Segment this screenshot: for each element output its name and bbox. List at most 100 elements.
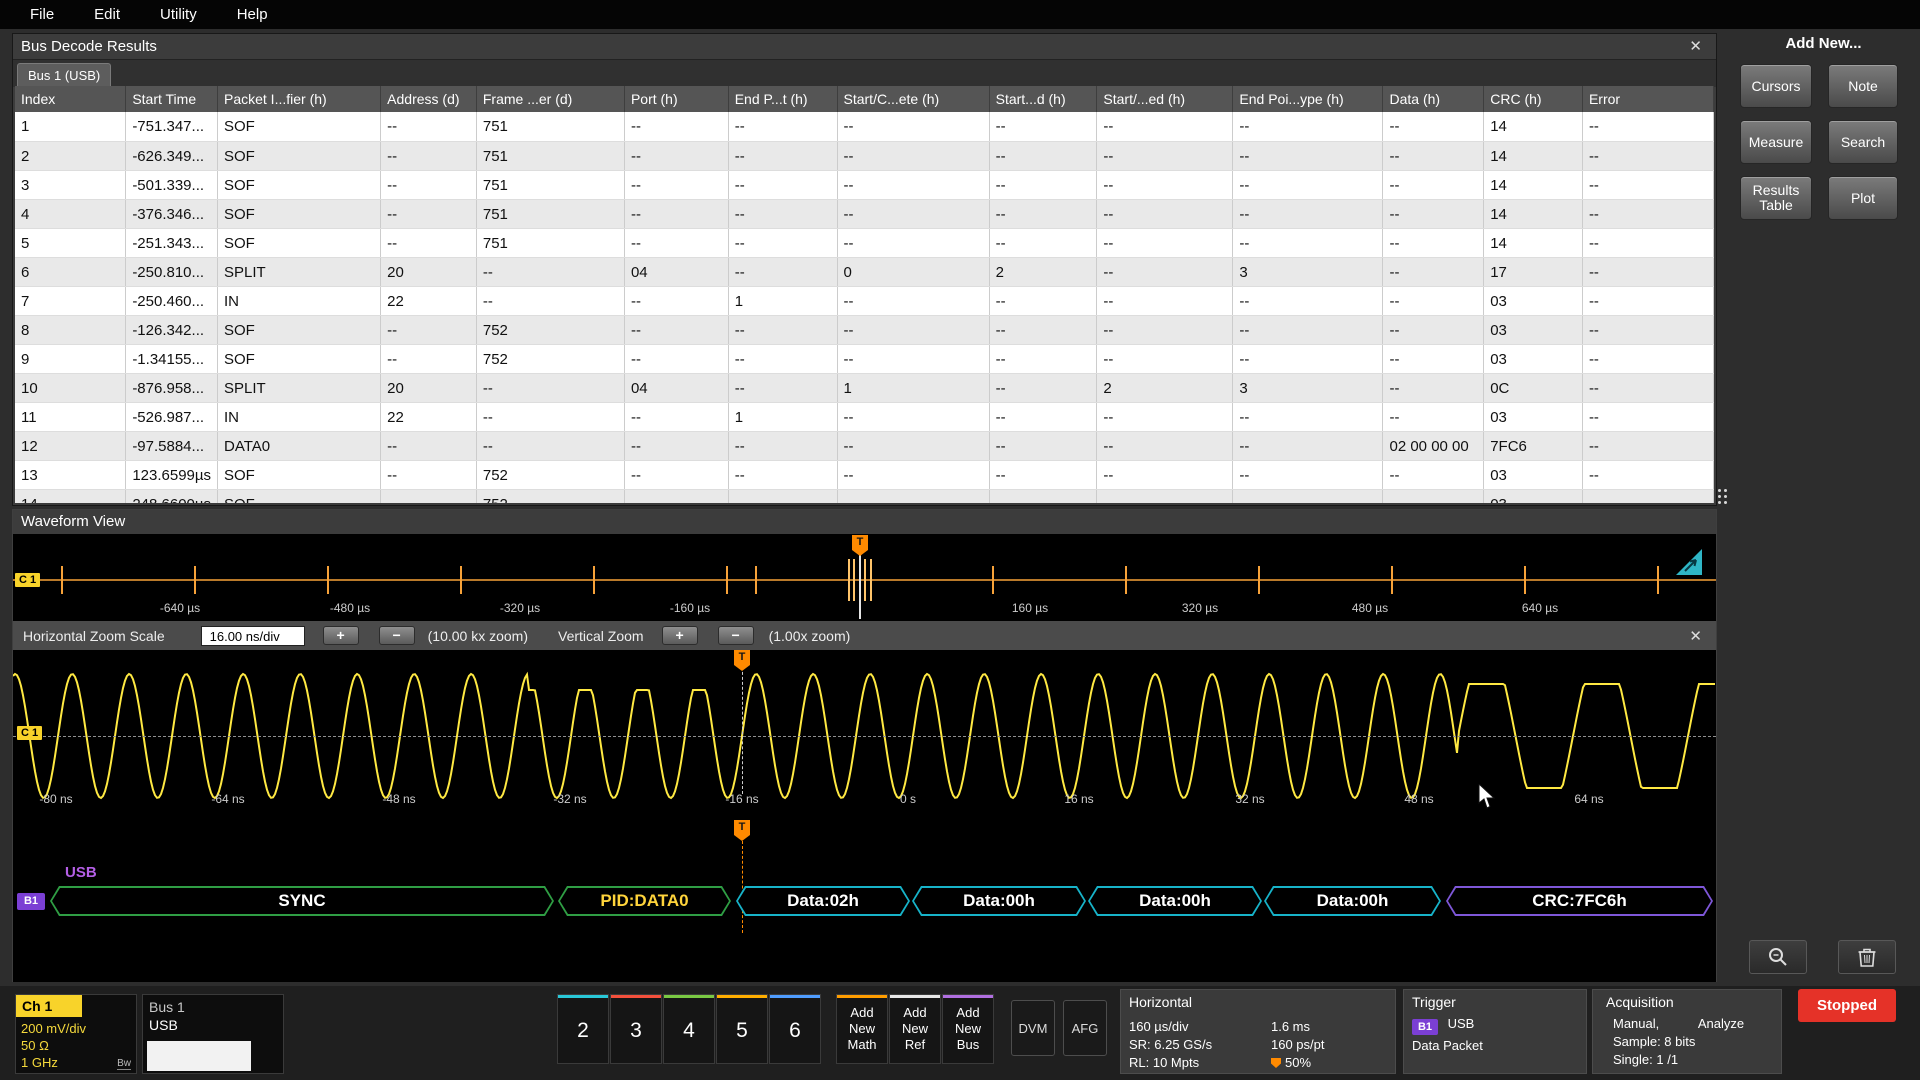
table-cell: -- — [728, 489, 837, 503]
table-row[interactable]: 13123.6599µsSOF--752--------------03-- — [15, 460, 1714, 489]
table-cell: -- — [989, 402, 1097, 431]
h-zoom-readout: (10.00 kx zoom) — [428, 628, 528, 644]
add-new-note-button[interactable]: Note — [1828, 64, 1898, 108]
table-cell: 751 — [476, 112, 624, 141]
h-zoom-increase-button[interactable]: + — [323, 626, 359, 645]
bus-segment-data[interactable]: Data:00h — [912, 886, 1086, 916]
table-cell: 752 — [476, 460, 624, 489]
table-cell: -- — [989, 344, 1097, 373]
trigger-mode: Data Packet — [1412, 1038, 1483, 1053]
table-cell: -- — [837, 344, 989, 373]
add-new-ref-button[interactable]: AddNewRef — [889, 994, 941, 1064]
table-cell: 752 — [476, 315, 624, 344]
channel-1-badge: C 1 — [17, 726, 42, 740]
tab-bus1-usb[interactable]: Bus 1 (USB) — [17, 63, 111, 87]
v-zoom-increase-button[interactable]: + — [662, 626, 698, 645]
table-row[interactable]: 9-1.34155...SOF--752--------------03-- — [15, 344, 1714, 373]
button-label-line: Add — [890, 1005, 940, 1021]
table-cell: -1.34155... — [126, 344, 218, 373]
h-zoom-decrease-button[interactable]: − — [379, 626, 415, 645]
table-cell: -- — [624, 315, 728, 344]
add-new-math-button[interactable]: AddNewMath — [836, 994, 888, 1064]
horizontal-zoom-scale-input[interactable]: 16.00 ns/div — [201, 626, 305, 646]
table-cell: 14 — [1484, 170, 1583, 199]
zoom-overview-icon[interactable] — [1676, 549, 1702, 575]
menu-item-file[interactable]: File — [30, 6, 54, 23]
horizontal-panel[interactable]: Horizontal 160 µs/div SR: 6.25 GS/s RL: … — [1120, 989, 1396, 1074]
trigger-marker[interactable]: T — [852, 535, 868, 550]
add-new-plot-button[interactable]: Plot — [1828, 176, 1898, 220]
table-cell: 03 — [1484, 460, 1583, 489]
dvm-button[interactable]: DVM — [1011, 1000, 1055, 1056]
channel-5-button[interactable]: 5 — [716, 994, 768, 1064]
table-row[interactable]: 8-126.342...SOF--752--------------03-- — [15, 315, 1714, 344]
table-row[interactable]: 7-250.460...IN22----1----------03-- — [15, 286, 1714, 315]
add-new-bus-button[interactable]: AddNewBus — [942, 994, 994, 1064]
zoomed-waveform[interactable]: T C 1 -80 ns-64 ns-48 ns-32 ns-16 ns0 s1… — [13, 650, 1716, 818]
channel-2-button[interactable]: 2 — [557, 994, 609, 1064]
table-cell: -- — [381, 112, 477, 141]
trigger-panel[interactable]: Trigger B1 USB Data Packet — [1403, 989, 1587, 1074]
trash-button[interactable] — [1838, 940, 1896, 974]
table-cell: -- — [381, 315, 477, 344]
add-new-results-table-button[interactable]: Results Table — [1740, 176, 1812, 220]
channel-3-button[interactable]: 3 — [610, 994, 662, 1064]
bus-segment-crc[interactable]: CRC:7FC6h — [1446, 886, 1713, 916]
table-row[interactable]: 4-376.346...SOF--751--------------14-- — [15, 199, 1714, 228]
table-cell: 14 — [1484, 112, 1583, 141]
table-cell: -- — [989, 170, 1097, 199]
table-cell: SOF — [217, 460, 380, 489]
close-icon[interactable]: ✕ — [1689, 34, 1702, 59]
menu-item-help[interactable]: Help — [237, 6, 268, 23]
segment-label: Data:00h — [912, 886, 1086, 916]
panel-resize-handle[interactable] — [1718, 489, 1727, 517]
channel-1-block[interactable]: Ch 1 200 mV/div 50 Ω 1 GHz Bw — [15, 994, 137, 1074]
table-cell: -- — [624, 344, 728, 373]
table-row[interactable]: 5-251.343...SOF--751--------------14-- — [15, 228, 1714, 257]
bus-segment-data[interactable]: Data:00h — [1264, 886, 1441, 916]
trigger-marker[interactable]: T — [734, 820, 750, 835]
channel-4-button[interactable]: 4 — [663, 994, 715, 1064]
add-new-cursors-button[interactable]: Cursors — [1740, 64, 1812, 108]
bus-decode-trace: T USB B1 SYNCPID:DATA0Data:02hData:00hDa… — [13, 818, 1716, 982]
v-zoom-readout: (1.00x zoom) — [769, 628, 851, 644]
menu-item-utility[interactable]: Utility — [160, 6, 197, 23]
acquisition-panel[interactable]: Acquisition Manual, Analyze Sample: 8 bi… — [1592, 989, 1782, 1074]
table-row[interactable]: 14248.6600µsSOF--752--------------03-- — [15, 489, 1714, 503]
table-cell: 3 — [1233, 373, 1383, 402]
column-header: Frame ...er (d) — [476, 86, 624, 112]
menu-item-edit[interactable]: Edit — [94, 6, 120, 23]
table-cell: 0 — [837, 257, 989, 286]
afg-button[interactable]: AFG — [1063, 1000, 1107, 1056]
button-label-line: New — [943, 1021, 993, 1037]
table-cell: -- — [1097, 141, 1233, 170]
table-row[interactable]: 6-250.810...SPLIT20--04--02--3--17-- — [15, 257, 1714, 286]
bus-1-block[interactable]: Bus 1 USB — [142, 994, 284, 1074]
column-header: Start/...ed (h) — [1097, 86, 1233, 112]
segment-label: SYNC — [50, 886, 554, 916]
trigger-source-badge: B1 — [1412, 1019, 1438, 1035]
table-row[interactable]: 11-526.987...IN22----1----------03-- — [15, 402, 1714, 431]
add-new-search-button[interactable]: Search — [1828, 120, 1898, 164]
close-icon[interactable]: ✕ — [1689, 627, 1702, 645]
table-row[interactable]: 1-751.347...SOF--751--------------14-- — [15, 112, 1714, 141]
table-row[interactable]: 3-501.339...SOF--751--------------14-- — [15, 170, 1714, 199]
table-cell: -- — [1097, 286, 1233, 315]
decode-panel-title: Bus Decode Results — [21, 38, 157, 55]
stopped-badge[interactable]: Stopped — [1798, 989, 1896, 1022]
table-row[interactable]: 2-626.349...SOF--751--------------14-- — [15, 141, 1714, 170]
add-new-buttons: Cursors Note Measure Search Results Table Plo… — [1740, 64, 1898, 220]
bus-segment-sync[interactable]: SYNC — [50, 886, 554, 916]
table-row[interactable]: 10-876.958...SPLIT20--04--1--23--0C-- — [15, 373, 1714, 402]
trigger-marker[interactable]: T — [734, 650, 750, 665]
channel-6-button[interactable]: 6 — [769, 994, 821, 1064]
zoom-tool-button[interactable] — [1749, 940, 1807, 974]
bus-segment-data[interactable]: Data:00h — [1088, 886, 1262, 916]
bus-segment-data[interactable]: Data:02h — [736, 886, 910, 916]
bus-segment-pid[interactable]: PID:DATA0 — [558, 886, 731, 916]
table-row[interactable]: 12-97.5884...DATA0----------------02 00 … — [15, 431, 1714, 460]
v-zoom-decrease-button[interactable]: − — [718, 626, 754, 645]
table-cell: -- — [381, 141, 477, 170]
add-new-measure-button[interactable]: Measure — [1740, 120, 1812, 164]
waveform-overview[interactable]: T C 1 -640 µs-480 µs-320 µs-160 µs160 µs… — [13, 535, 1716, 621]
